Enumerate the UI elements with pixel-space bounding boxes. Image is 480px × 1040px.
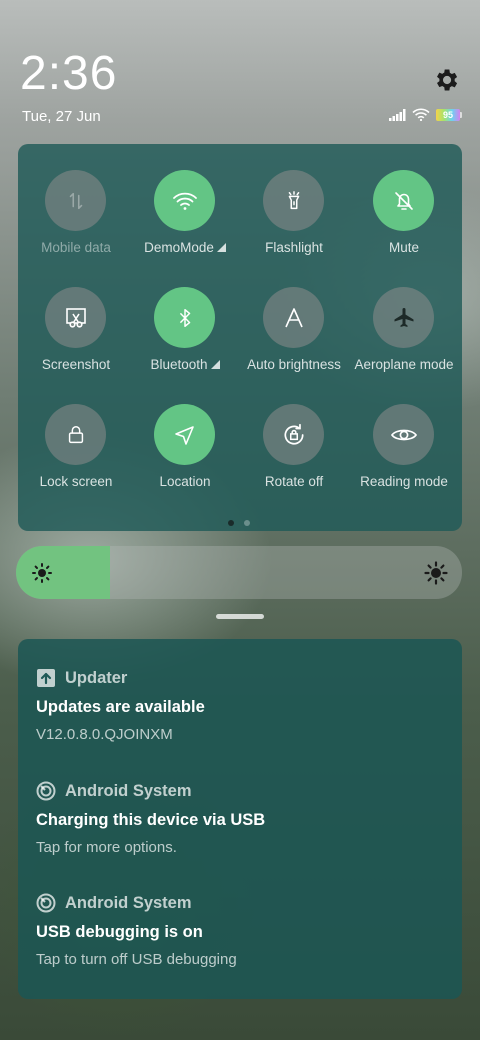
page-dot-1[interactable] [228,520,234,526]
battery-icon: 95 [436,108,462,121]
wifi-icon [172,192,197,210]
notification-updater[interactable]: Updater Updates are available V12.0.8.0.… [36,666,446,744]
page-indicator [228,520,250,526]
location-arrow-icon [174,425,194,445]
brightness-high-icon [424,561,448,585]
tile-wifi[interactable]: DemoMode [130,144,240,255]
bell-off-icon [394,191,413,210]
upload-arrow-icon [37,669,55,687]
tile-label: Aeroplane mode [354,357,454,372]
brightness-low-icon [32,563,52,583]
letter-a-icon [284,307,303,327]
tile-label: Location [159,474,211,489]
tile-label: Rotate off [264,474,324,489]
expand-triangle-icon [216,243,226,252]
tile-screenshot[interactable]: Screenshot [21,261,131,372]
tile-auto-brightness[interactable]: Auto brightness [239,261,349,372]
app-name: Android System [65,781,192,800]
tile-label: Bluetooth [150,357,208,372]
tile-label: Lock screen [39,474,113,489]
eye-icon [390,429,417,440]
android-system-icon [36,781,56,801]
wifi-icon [412,108,430,121]
tile-aeroplane-mode[interactable]: Aeroplane mode [349,261,459,372]
lock-icon [68,425,83,443]
tile-rotate-off[interactable]: Rotate off [239,378,349,489]
clock[interactable]: 2:36 [20,46,117,102]
tile-label: Mobile data [41,240,111,255]
notification-body: V12.0.8.0.QJOINXM [36,726,173,743]
notifications-panel: Updater Updates are available V12.0.8.0.… [18,639,462,999]
flashlight-icon [288,190,299,209]
notification-header: Android System [36,779,446,803]
notification-header: Updater [36,666,446,690]
tile-lock-screen[interactable]: Lock screen [21,378,131,489]
app-name: Android System [65,893,192,912]
tile-bluetooth[interactable]: Bluetooth [130,261,240,372]
notification-title: Updates are available [36,698,205,716]
tile-label: Mute [388,240,419,255]
brightness-slider[interactable] [16,546,462,599]
expand-triangle-icon [210,360,220,369]
drag-handle[interactable] [216,614,264,619]
notification-body: Tap to turn off USB debugging [36,951,237,968]
status-bar: 2:36 Tue, 27 Jun 95 [0,0,480,140]
tile-label-wrap: DemoMode [126,240,244,255]
tile-label: Flashlight [265,240,323,255]
tile-reading-mode[interactable]: Reading mode [349,378,459,489]
tile-label: Screenshot [41,357,111,372]
battery-level: 95 [436,108,460,121]
tile-label-wrap: Bluetooth [126,357,244,372]
tile-mute[interactable]: Mute [349,144,459,255]
tile-location[interactable]: Location [130,378,240,489]
page-dot-2[interactable] [244,520,250,526]
swap-vertical-icon [69,192,82,209]
date[interactable]: Tue, 27 Jun [22,108,101,125]
notification-title: USB debugging is on [36,923,203,941]
settings-gear-icon[interactable] [432,66,460,94]
scissors-icon [65,307,86,328]
tile-label: Auto brightness [247,357,341,372]
tile-flashlight[interactable]: Flashlight [239,144,349,255]
notification-usb-debugging[interactable]: Android System USB debugging is on Tap t… [36,891,446,968]
android-system-icon [36,893,56,913]
notification-usb-charging[interactable]: Android System Charging this device via … [36,779,446,856]
tile-mobile-data[interactable]: Mobile data [21,144,131,255]
quick-settings-panel: Mobile data DemoMode Flashlight Mute Scr… [18,144,462,531]
notification-header: Android System [36,891,446,915]
tile-label: DemoMode [144,240,214,255]
rotate-lock-icon [284,423,304,445]
notification-title: Charging this device via USB [36,811,266,829]
bluetooth-icon [179,308,190,327]
app-name: Updater [65,668,128,687]
airplane-icon [394,307,413,327]
notification-body: Tap for more options. [36,839,177,856]
signal-icon [389,108,406,121]
tile-label: Reading mode [360,474,448,489]
system-icons: 95 [389,108,462,121]
